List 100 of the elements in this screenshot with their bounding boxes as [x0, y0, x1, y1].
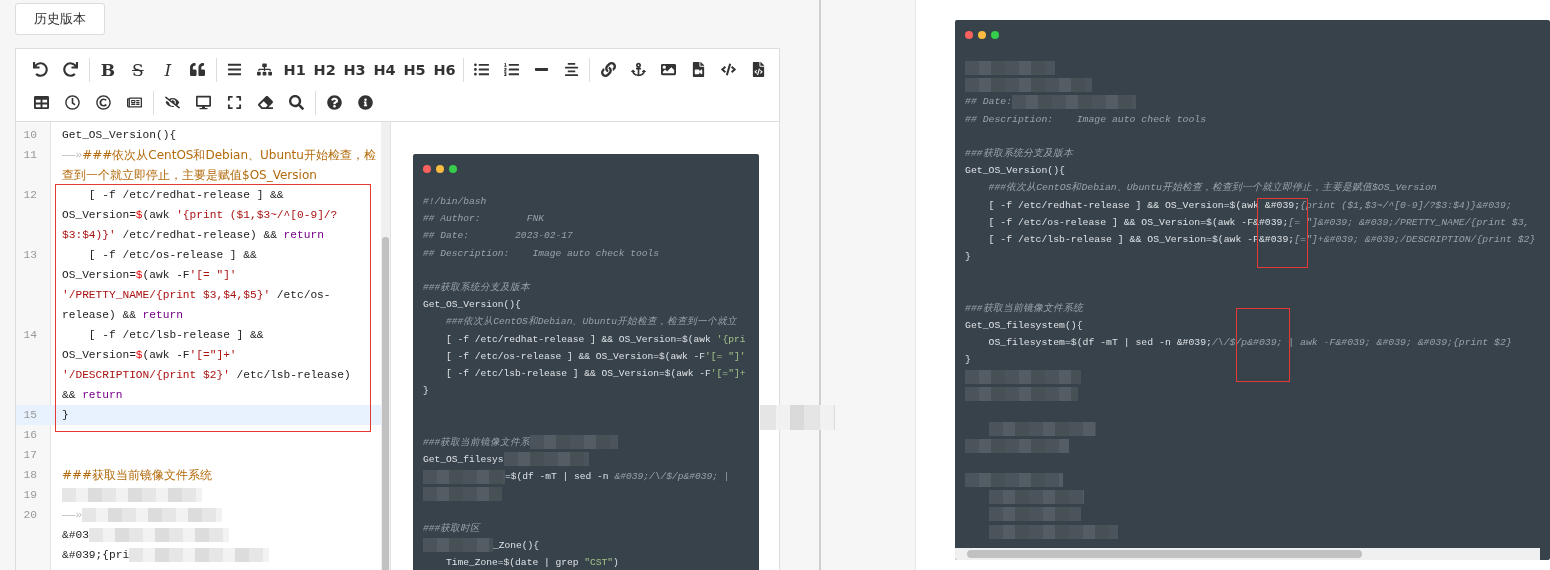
code-line: =$(df -mT | sed -n &#039;/\/$/p&#039; |	[423, 468, 749, 486]
format-button[interactable]: H6	[429, 54, 460, 85]
code-line: $3:$4)}' /etc/redhat-release) && return	[62, 228, 325, 243]
link-icon	[600, 62, 616, 77]
code-line: [ -f /etc/redhat-release ] &&	[87, 188, 285, 203]
code-line: [ -f /etc/os-release ] &&	[87, 248, 258, 263]
line-number: 20	[22, 508, 38, 523]
undo-icon	[33, 62, 49, 77]
code-line: ——»###依次从CentOS和Debian、Ubuntu开始检查，检	[62, 147, 376, 164]
code-line: release) && return	[62, 308, 184, 323]
scrollbar-thumb[interactable]	[382, 237, 389, 570]
expand-icon	[227, 95, 242, 110]
format-button[interactable]: S	[122, 54, 153, 85]
code-line: }	[965, 353, 972, 368]
code-line: Get_OS_filesys	[423, 450, 749, 468]
scrollbar-thumb[interactable]	[967, 550, 1362, 558]
code-line: Time_Zone=$(date | grep "CST")	[445, 555, 620, 570]
code-line: ## Date:	[965, 93, 1540, 111]
table-icon	[34, 95, 49, 110]
pixelated-smudge	[423, 538, 493, 553]
code-line: '/PRETTY_NAME/{print $3,$4,$5}' /etc/os-	[62, 288, 331, 303]
minimize-dot-icon	[436, 165, 444, 173]
center-lines-icon	[563, 62, 579, 77]
newspaper-icon	[127, 95, 142, 110]
code-line: 查到一个就立即停止，主要是赋值$OS_Version	[62, 167, 318, 184]
maximize-dot-icon	[449, 165, 457, 173]
numbered-list-icon	[503, 62, 519, 77]
format-button[interactable]: H1	[279, 54, 310, 85]
code-line: '/DESCRIPTION/{print $2}' /etc/lsb-release)	[62, 368, 351, 383]
code-line: ###依次从CentOS和Debian、Ubuntu开始检查，检查到一个就立即停止，主要是赋值$OS_Version	[987, 181, 1438, 196]
line-number: 15	[22, 408, 38, 423]
code-line: ###获取当前镜像文件系	[423, 433, 749, 451]
code-line: ——»	[62, 505, 270, 525]
maximize-dot-icon	[991, 31, 999, 39]
code-line: && return	[62, 388, 124, 403]
code-line: ###获取系统分支及版本	[965, 146, 1075, 161]
close-dot-icon	[423, 165, 431, 173]
format-button[interactable]: I	[152, 54, 183, 85]
paragraph-lines-icon	[227, 62, 243, 77]
code-line: [ -f /etc/lsb-release ] &&	[87, 328, 265, 343]
info-icon	[358, 95, 373, 110]
code-line: Get_OS_Version(){	[423, 298, 522, 313]
search-icon	[289, 95, 304, 110]
code-line: ###获取当前镜像文件系统	[62, 467, 213, 484]
code-editor[interactable]	[16, 122, 391, 570]
code-line: ###依次从CentOS和Debian、Ubuntu开始检查，检查到一个就立	[445, 315, 738, 330]
sitemap-icon	[257, 62, 273, 77]
format-button[interactable]: H2	[309, 54, 340, 85]
code-line: OS_Version=$(awk -F'[= "]'	[62, 268, 238, 283]
line-number: 11	[22, 148, 38, 163]
minimize-dot-icon	[978, 31, 986, 39]
code-line: [ -f /etc/lsb-release ] && OS_Version=$(awk -F'[="]+	[445, 366, 747, 381]
format-button[interactable]: H4	[369, 54, 400, 85]
code-line: #!/bin/bash	[423, 195, 488, 209]
copyright-icon	[96, 95, 111, 110]
redo-icon	[63, 62, 79, 77]
code-line: ## Description: Image auto check tools	[965, 112, 1208, 127]
code-line: Get_OS_filesystem(){	[965, 318, 1084, 333]
code-line: &#03	[62, 525, 270, 545]
line-number: 13	[22, 248, 38, 263]
code-line: ###获取系统分支及版本	[423, 280, 532, 295]
code-line: _Zone(){	[423, 536, 749, 554]
line-number: 18	[22, 468, 38, 483]
format-button[interactable]: H5	[399, 54, 430, 85]
code-file-icon	[750, 62, 766, 77]
code-line: ## Date: 2023-02-17	[423, 229, 574, 244]
eye-slash-icon	[165, 95, 180, 110]
code-line: OS_Version=$(awk -F'[="]+'	[62, 348, 238, 363]
code-line: }	[423, 384, 430, 399]
clock-icon	[65, 95, 80, 110]
code-line: ## Description: Image auto check tools	[423, 246, 661, 261]
line-number: 14	[22, 328, 38, 343]
line-number: 12	[22, 188, 38, 203]
code-line: ## Author: FNK	[423, 212, 545, 227]
help-icon	[327, 95, 342, 110]
line-number: 16	[22, 428, 38, 443]
history-version-button[interactable]: 历史版本	[15, 3, 105, 35]
code-icon	[720, 62, 736, 77]
bullet-list-icon	[473, 62, 489, 77]
close-dot-icon	[965, 31, 973, 39]
code-line: [ -f /etc/redhat-release ] && OS_Version=$(awk '{pri	[445, 332, 747, 347]
line-number: 17	[22, 448, 38, 463]
horizontal-scrollbar[interactable]	[955, 548, 1540, 560]
anchor-icon	[630, 62, 646, 77]
eraser-icon	[258, 95, 273, 110]
line-number: 19	[22, 488, 38, 503]
code-line: }	[62, 408, 69, 423]
code-line: ###获取当前镜像文件系统	[965, 301, 1085, 316]
code-line: Get_OS_Version(){	[965, 164, 1066, 179]
video-file-icon	[690, 62, 706, 77]
code-line: ###获取时区	[423, 521, 482, 536]
format-button[interactable]: B	[92, 54, 123, 85]
format-button[interactable]: H3	[339, 54, 370, 85]
code-line: Get_OS_Version(){	[62, 128, 177, 143]
line-number: 10	[22, 128, 38, 143]
code-line: }	[965, 250, 972, 265]
quote-icon	[190, 62, 206, 77]
code-line: [ -f /etc/os-release ] && OS_Version=$(awk -F'[= "]'	[445, 349, 747, 364]
desktop-icon	[196, 95, 211, 110]
code-line: OS_Version=$(awk '{print ($1,$3~/^[0-9]/?	[62, 208, 338, 223]
